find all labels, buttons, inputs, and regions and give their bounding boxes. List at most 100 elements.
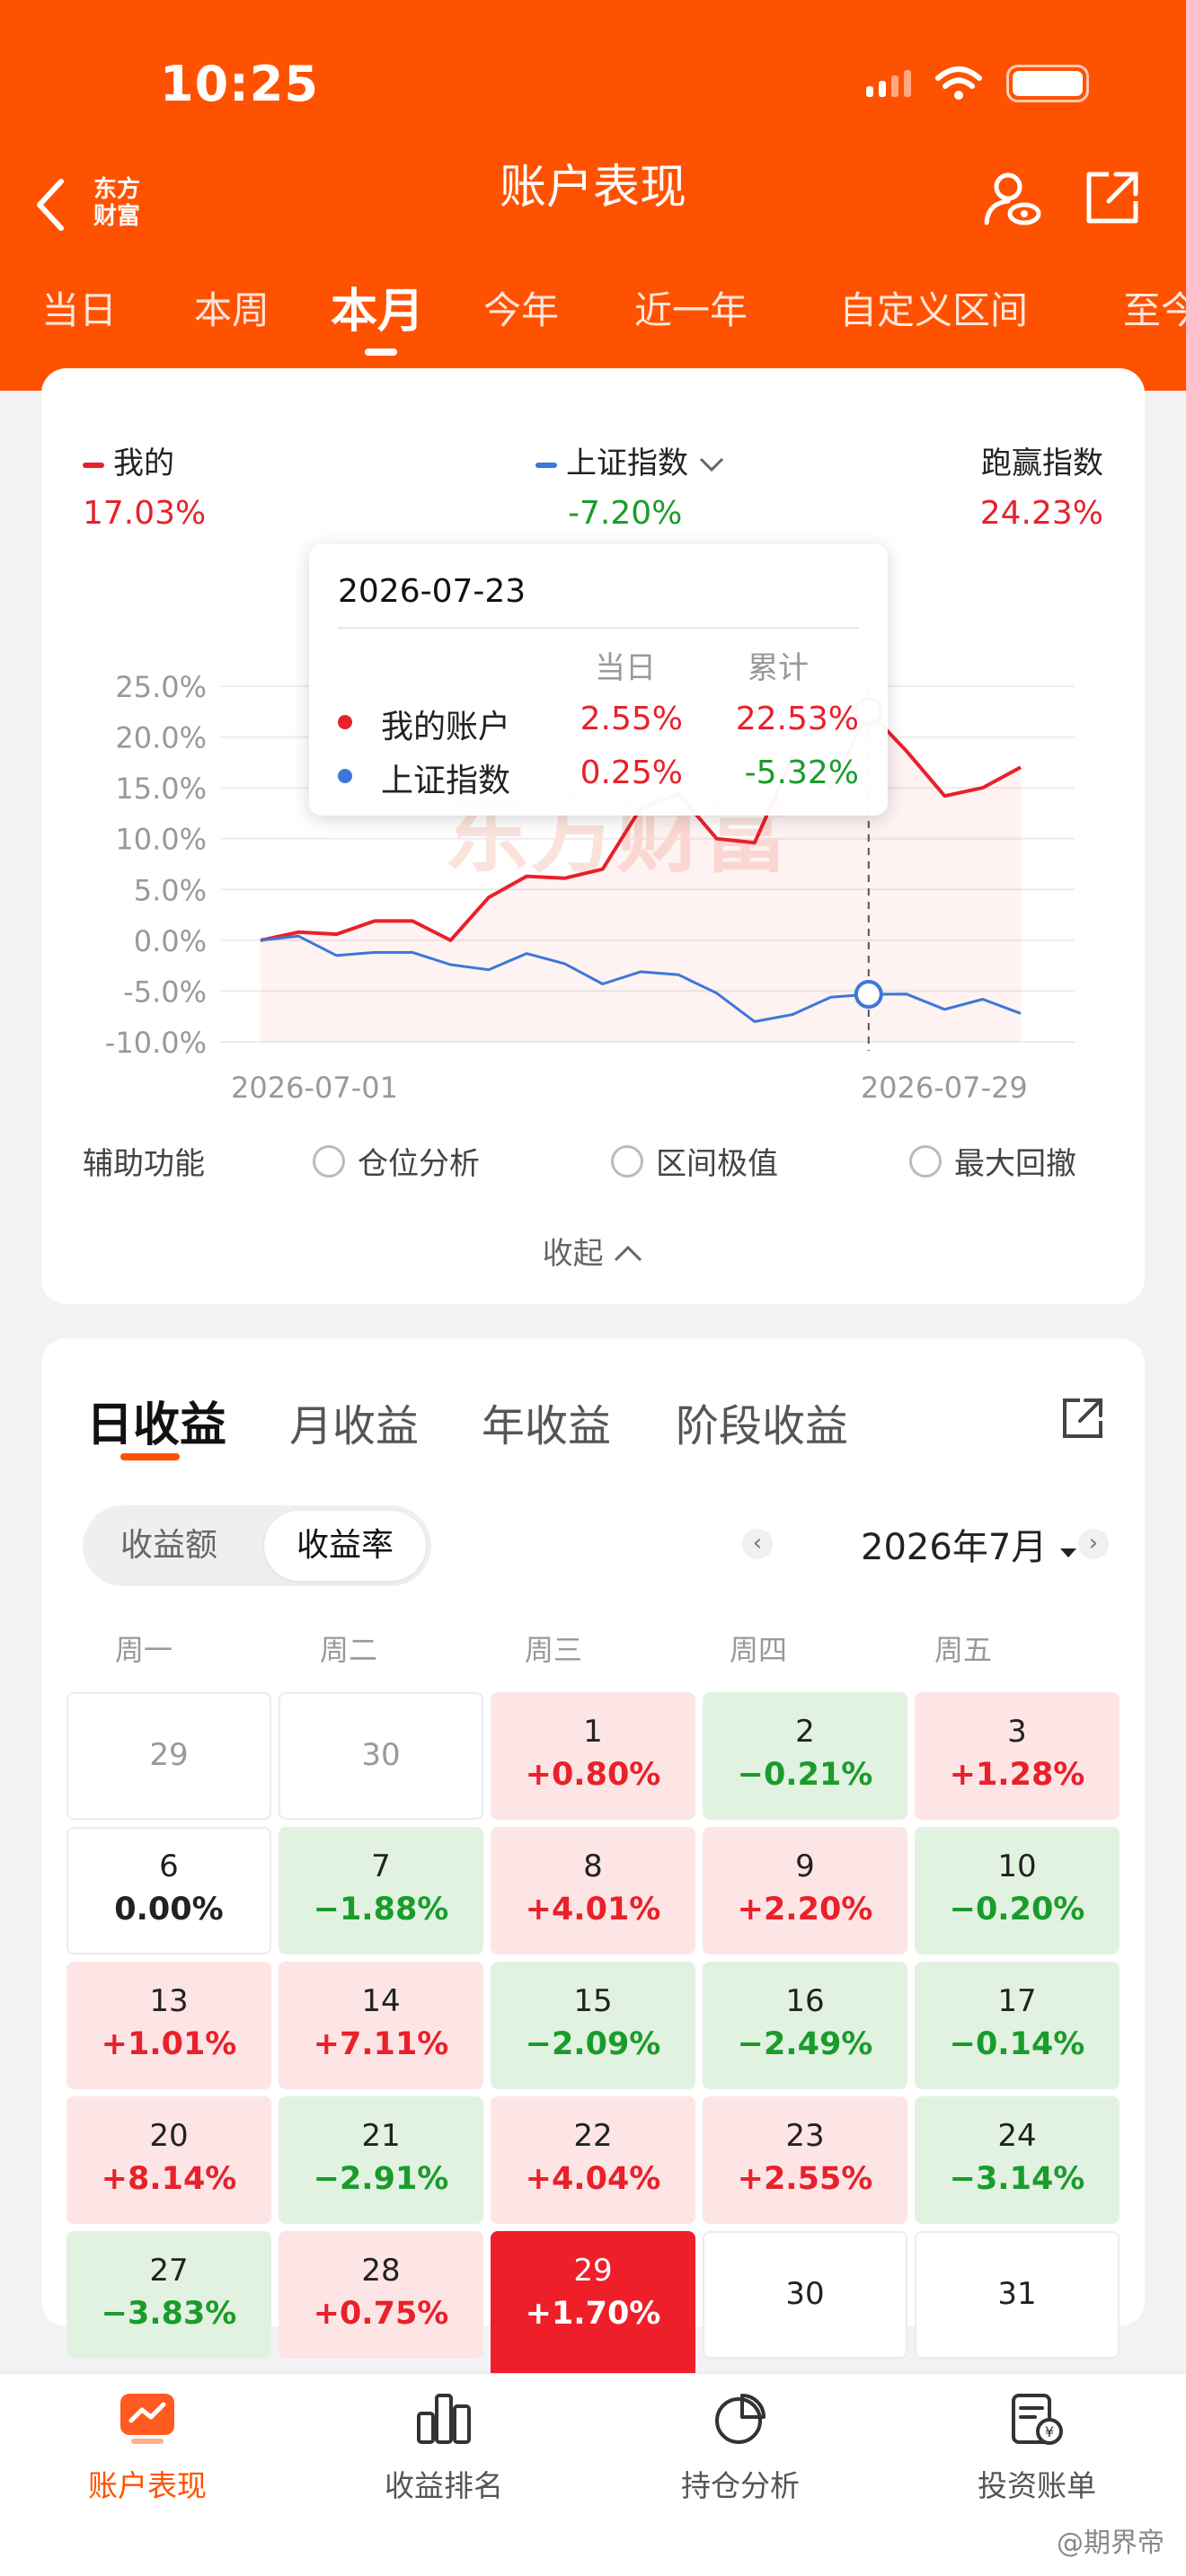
- active-tab-indicator: [365, 348, 397, 356]
- nav-account-performance[interactable]: 账户表现: [31, 2392, 264, 2505]
- calendar-day-cell[interactable]: 14 +7.11%: [279, 1962, 483, 2089]
- calendar-day-cell[interactable]: 7 −1.88%: [279, 1827, 483, 1954]
- y-tick-label: 20.0%: [115, 721, 207, 755]
- x-tick-label-start: 2026-07-01: [231, 1071, 398, 1105]
- calendar-day-number: 23: [785, 2118, 825, 2154]
- calendar-day-return: +1.28%: [949, 1757, 1085, 1793]
- header-actions: [981, 169, 1141, 230]
- calendar-day-number: 16: [785, 1983, 825, 2019]
- calendar-day-number: 30: [785, 2276, 825, 2312]
- calendar-day-number: 6: [159, 1848, 179, 1884]
- y-tick-label: 15.0%: [115, 772, 207, 806]
- tab-week[interactable]: 本周: [194, 280, 270, 335]
- aux-range-extremes[interactable]: 区间极值: [611, 1139, 778, 1183]
- aux-position-analysis[interactable]: 仓位分析: [313, 1139, 480, 1183]
- tooltip-row-mine: 我的账户 2.55% 22.53%: [338, 701, 859, 745]
- nav-investment-bill[interactable]: ¥ 投资账单: [920, 2392, 1154, 2505]
- tab-yearly-earnings[interactable]: 年收益: [482, 1390, 611, 1453]
- calendar-day-cell[interactable]: 3 +1.28%: [915, 1692, 1120, 1820]
- x-tick-label-end: 2026-07-29: [861, 1071, 1028, 1105]
- account-eye-icon[interactable]: [981, 169, 1042, 230]
- calendar-day-cell[interactable]: 28 +0.75%: [279, 2231, 483, 2359]
- mine-return: 17.03%: [83, 495, 207, 532]
- calendar-day-return: 0.00%: [114, 1892, 224, 1928]
- legend-mine: 我的 17.03%: [83, 446, 207, 532]
- share-icon[interactable]: [1084, 169, 1141, 226]
- calendar-day-number: 14: [361, 1983, 401, 2019]
- calendar-day-cell[interactable]: 1 +0.80%: [491, 1692, 695, 1820]
- chevron-up-icon: [615, 1245, 642, 1262]
- calendar-day-return: +4.04%: [525, 2161, 661, 2197]
- calendar-day-return: −0.20%: [949, 1892, 1085, 1928]
- calendar-day-cell[interactable]: 6 0.00%: [66, 1827, 271, 1954]
- tab-last-year[interactable]: 近一年: [634, 280, 748, 335]
- share-icon[interactable]: [1060, 1396, 1105, 1441]
- calendar-day-cell[interactable]: 30: [279, 1692, 483, 1820]
- calendar-day-cell[interactable]: 29: [66, 1692, 271, 1820]
- prev-month-button[interactable]: ‹: [742, 1529, 773, 1559]
- tab-daily-earnings[interactable]: 日收益: [86, 1387, 226, 1454]
- calendar-day-number: 22: [573, 2118, 613, 2154]
- calendar-day-cell[interactable]: 10 −0.20%: [915, 1827, 1120, 1954]
- calendar-day-cell[interactable]: 31: [915, 2231, 1120, 2359]
- collapse-button[interactable]: 收起: [41, 1229, 1145, 1273]
- tab-custom-range[interactable]: 自定义区间: [839, 280, 1028, 335]
- tab-monthly-earnings[interactable]: 月收益: [289, 1390, 419, 1453]
- y-tick-label: -5.0%: [123, 975, 207, 1009]
- tab-day[interactable]: 当日: [41, 280, 117, 335]
- weekday-tue: 周二: [319, 1633, 377, 1667]
- toggle-rate[interactable]: 收益率: [264, 1511, 426, 1581]
- next-month-button[interactable]: ›: [1078, 1529, 1109, 1559]
- weekday-wed: 周三: [524, 1633, 582, 1667]
- calendar-day-cell[interactable]: 29 +1.70%: [491, 2231, 695, 2380]
- calendar-day-cell[interactable]: 17 −0.14%: [915, 1962, 1120, 2089]
- nav-holdings-analysis[interactable]: 持仓分析: [624, 2392, 857, 2505]
- calendar-day-cell[interactable]: 2 −0.21%: [703, 1692, 907, 1820]
- wifi-icon: [935, 66, 982, 100]
- tab-year[interactable]: 今年: [483, 280, 559, 335]
- tab-month[interactable]: 本月: [331, 273, 424, 340]
- metric-toggle: 收益额 收益率: [83, 1505, 431, 1586]
- bottom-navigation: 账户表现 收益排名 持仓分析 ¥ 投资账单 @期界帝: [0, 2373, 1186, 2576]
- month-selector[interactable]: 2026年7月: [861, 1518, 1078, 1570]
- toggle-amount[interactable]: 收益额: [120, 1505, 217, 1586]
- aux-max-drawdown[interactable]: 最大回撤: [909, 1139, 1076, 1183]
- calendar-day-cell[interactable]: 21 −2.91%: [279, 2096, 483, 2224]
- y-tick-label: 5.0%: [134, 873, 207, 907]
- calendar-day-cell[interactable]: 23 +2.55%: [703, 2096, 907, 2224]
- calendar-day-number: 9: [795, 1848, 815, 1884]
- index-return: -7.20%: [568, 495, 683, 532]
- calendar-day-return: +4.01%: [525, 1892, 661, 1928]
- tab-stage-earnings[interactable]: 阶段收益: [676, 1390, 848, 1453]
- calendar-day-cell[interactable]: 13 +1.01%: [66, 1962, 271, 2089]
- chart-tooltip: 2026-07-23 当日 累计 我的账户 2.55% 22.53% 上证指数 …: [309, 544, 888, 816]
- legend-beat: 跑赢指数 24.23%: [979, 446, 1103, 532]
- calendar-day-return: −0.14%: [949, 2026, 1085, 2062]
- calendar-day-cell[interactable]: 30: [703, 2231, 907, 2359]
- calendar-day-cell[interactable]: 22 +4.04%: [491, 2096, 695, 2224]
- calendar-day-cell[interactable]: 27 −3.83%: [66, 2231, 271, 2359]
- calendar-day-number: 29: [149, 1737, 189, 1773]
- highlight-point-index: [854, 980, 883, 1010]
- calendar-day-cell[interactable]: 8 +4.01%: [491, 1827, 695, 1954]
- calendar-day-return: +0.75%: [313, 2296, 449, 2332]
- bar-chart-icon: [417, 2394, 471, 2444]
- calendar-day-cell[interactable]: 20 +8.14%: [66, 2096, 271, 2224]
- calendar-day-return: +2.20%: [737, 1892, 873, 1928]
- calendar-day-return: −3.14%: [949, 2161, 1085, 2197]
- calendar-day-cell[interactable]: 24 −3.14%: [915, 2096, 1120, 2224]
- calendar-day-number: 8: [583, 1848, 603, 1884]
- legend-swatch-mine: [83, 462, 104, 468]
- chevron-down-icon: [699, 457, 723, 472]
- legend-index[interactable]: 上证指数 -7.20%: [535, 438, 725, 532]
- tab-to-date[interactable]: 至今: [1123, 280, 1186, 335]
- calendar-day-cell[interactable]: 9 +2.20%: [703, 1827, 907, 1954]
- tooltip-dot-index: [338, 769, 352, 783]
- calendar-day-number: 28: [361, 2253, 401, 2289]
- calendar-day-number: 3: [1007, 1714, 1027, 1750]
- calendar-day-number: 21: [361, 2118, 401, 2154]
- calendar-day-cell[interactable]: 15 −2.09%: [491, 1962, 695, 2089]
- tooltip-col-cum: 累计: [748, 650, 809, 686]
- calendar-day-cell[interactable]: 16 −2.49%: [703, 1962, 907, 2089]
- nav-earnings-ranking[interactable]: 收益排名: [327, 2392, 561, 2505]
